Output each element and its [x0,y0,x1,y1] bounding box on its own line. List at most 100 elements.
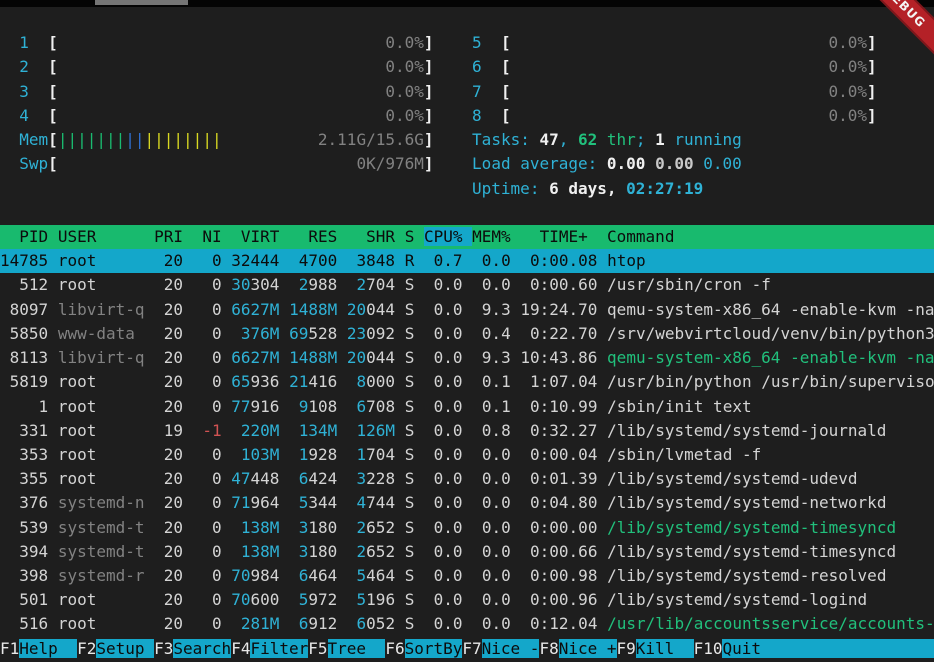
ni-cell: 0 [212,397,222,416]
process-row-394[interactable]: 394 systemd-t 20 0 138M 3180 2652 S 0.0 … [0,540,934,564]
spacer [511,518,521,537]
spacer [414,445,424,464]
spacer [463,614,473,633]
column-header-pid[interactable]: PID [0,227,48,246]
column-header-time[interactable]: TIME+ [520,227,597,246]
mem-value-lo: 988 [308,275,337,294]
ni-cell: 0 [212,469,222,488]
process-row-512[interactable]: 512 root 20 0 30304 2988 2704 S 0.0 0.0 … [0,273,934,297]
spacer [337,372,347,391]
process-row-376[interactable]: 376 systemd-n 20 0 71964 5344 4744 S 0.0… [0,491,934,515]
process-row-501[interactable]: 501 root 20 0 70600 5972 5196 S 0.0 0.0 … [0,588,934,612]
fkey-f6-sortby[interactable]: F6SortBy [385,639,462,658]
mem-value-hi: 3 [299,542,309,561]
mem-value: 138M [241,518,280,537]
time-cell: 0:00.98 [530,566,597,585]
fkey-label: Search [173,639,231,658]
spacer [463,445,473,464]
spacer [279,251,289,270]
mem-value-lo: 984 [251,566,280,585]
process-row-14785[interactable]: 14785 root 20 0 32444 4700 3848 R 0.7 0.… [0,249,934,273]
process-row-1[interactable]: 1 root 20 0 77916 9108 6708 S 0.0 0.1 0:… [0,395,934,419]
spacer [520,397,530,416]
pid-cell: 355 [19,469,48,488]
meter-close-bracket: ] [424,130,434,149]
fkey-f5-tree[interactable]: F5Tree [308,639,385,658]
mem-value: 3848 [357,251,396,270]
uptime-label: Uptime: [472,179,549,198]
spacer [337,251,347,270]
process-row-398[interactable]: 398 systemd-r 20 0 70984 6464 5464 S 0.0… [0,564,934,588]
spacer [145,348,155,367]
spacer [0,106,19,125]
fkey-key: F3 [154,639,173,658]
column-header-user[interactable]: USER [58,227,145,246]
fkey-f7-nice-[interactable]: F7Nice - [462,639,539,658]
mem-value-hi: 6 [299,614,309,633]
meter-close-bracket: ] [424,82,434,101]
spacer [463,518,473,537]
column-header-command[interactable]: Command [607,227,674,246]
fkey-f1-help[interactable]: F1Help [0,639,77,658]
meter-close-bracket: ] [867,106,877,125]
meter-close-bracket: ] [867,82,877,101]
swap-meter-and-load-row: Swp[ 0K/976M] Load average: 0.00 0.00 0.… [0,152,934,176]
spacer [337,397,347,416]
spacer [154,397,164,416]
spacer [414,493,424,512]
spacer [183,251,193,270]
fkey-f10-quit[interactable]: F10Quit [694,639,934,658]
process-row-5850[interactable]: 5850 www-data 20 0 376M 69528 23092 S 0.… [0,322,934,346]
fkey-f4-filter[interactable]: F4Filter [231,639,308,658]
state-cell: S [405,566,415,585]
spacer [154,348,164,367]
mem-value-lo: 304 [251,275,280,294]
column-header-ni[interactable]: NI [193,227,222,246]
column-header-res[interactable]: RES [289,227,337,246]
process-row-5819[interactable]: 5819 root 20 0 65936 21416 8000 S 0.0 0.… [0,370,934,394]
pri-cell: 20 [164,324,183,343]
spacer [395,614,405,633]
user-cell: root [58,421,145,440]
column-header-virt[interactable]: VIRT [231,227,279,246]
fkey-f9-kill[interactable]: F9Kill [617,639,694,658]
fkey-label: SortBy [405,639,463,658]
ni-cell: 0 [212,324,222,343]
state-cell: S [405,469,415,488]
spacer [193,348,212,367]
spacer [395,348,405,367]
column-header-shr[interactable]: SHR [347,227,395,246]
spacer [289,614,299,633]
pri-cell: 20 [164,372,183,391]
fkey-f8-nice-[interactable]: F8Nice + [539,639,616,658]
column-header-pri[interactable]: PRI [154,227,183,246]
column-header-mem[interactable]: MEM% [472,227,511,246]
spacer [434,82,473,101]
process-row-353[interactable]: 353 root 20 0 103M 1928 1704 S 0.0 0.0 0… [0,443,934,467]
spacer [347,566,357,585]
spacer [424,542,434,561]
fkey-key: F6 [385,639,404,658]
spacer [463,372,473,391]
process-row-355[interactable]: 355 root 20 0 47448 6424 3228 S 0.0 0.0 … [0,467,934,491]
cpu-meter-label: 8 [472,106,482,125]
time-cell: 1:07.04 [530,372,597,391]
column-header-cpu[interactable]: CPU% [424,227,472,246]
time-cell: 0:04.80 [530,493,597,512]
mem-pct-cell: 0.0 [482,275,511,294]
fkey-f2-setup[interactable]: F2Setup [77,639,154,658]
process-row-8113[interactable]: 8113 libvirt-q 20 0 6627M 1488M 20044 S … [0,346,934,370]
process-row-331[interactable]: 331 root 19 -1 220M 134M 126M S 0.0 0.8 … [0,419,934,443]
fkey-f3-search[interactable]: F3Search [154,639,231,658]
process-row-8097[interactable]: 8097 libvirt-q 20 0 6627M 1488M 20044 S … [0,298,934,322]
process-row-539[interactable]: 539 systemd-t 20 0 138M 3180 2652 S 0.0 … [0,516,934,540]
cpu-pct-cell: 0.0 [434,614,463,633]
process-row-516[interactable]: 516 root 20 0 281M 6912 6052 S 0.0 0.0 0… [0,612,934,636]
spacer [520,590,530,609]
load-15min: 0.00 [703,154,742,173]
cpu-meter-label: 4 [19,106,29,125]
column-header-s[interactable]: S [405,227,415,246]
ni-cell: 0 [212,614,222,633]
spacer [48,445,58,464]
spacer [395,566,405,585]
